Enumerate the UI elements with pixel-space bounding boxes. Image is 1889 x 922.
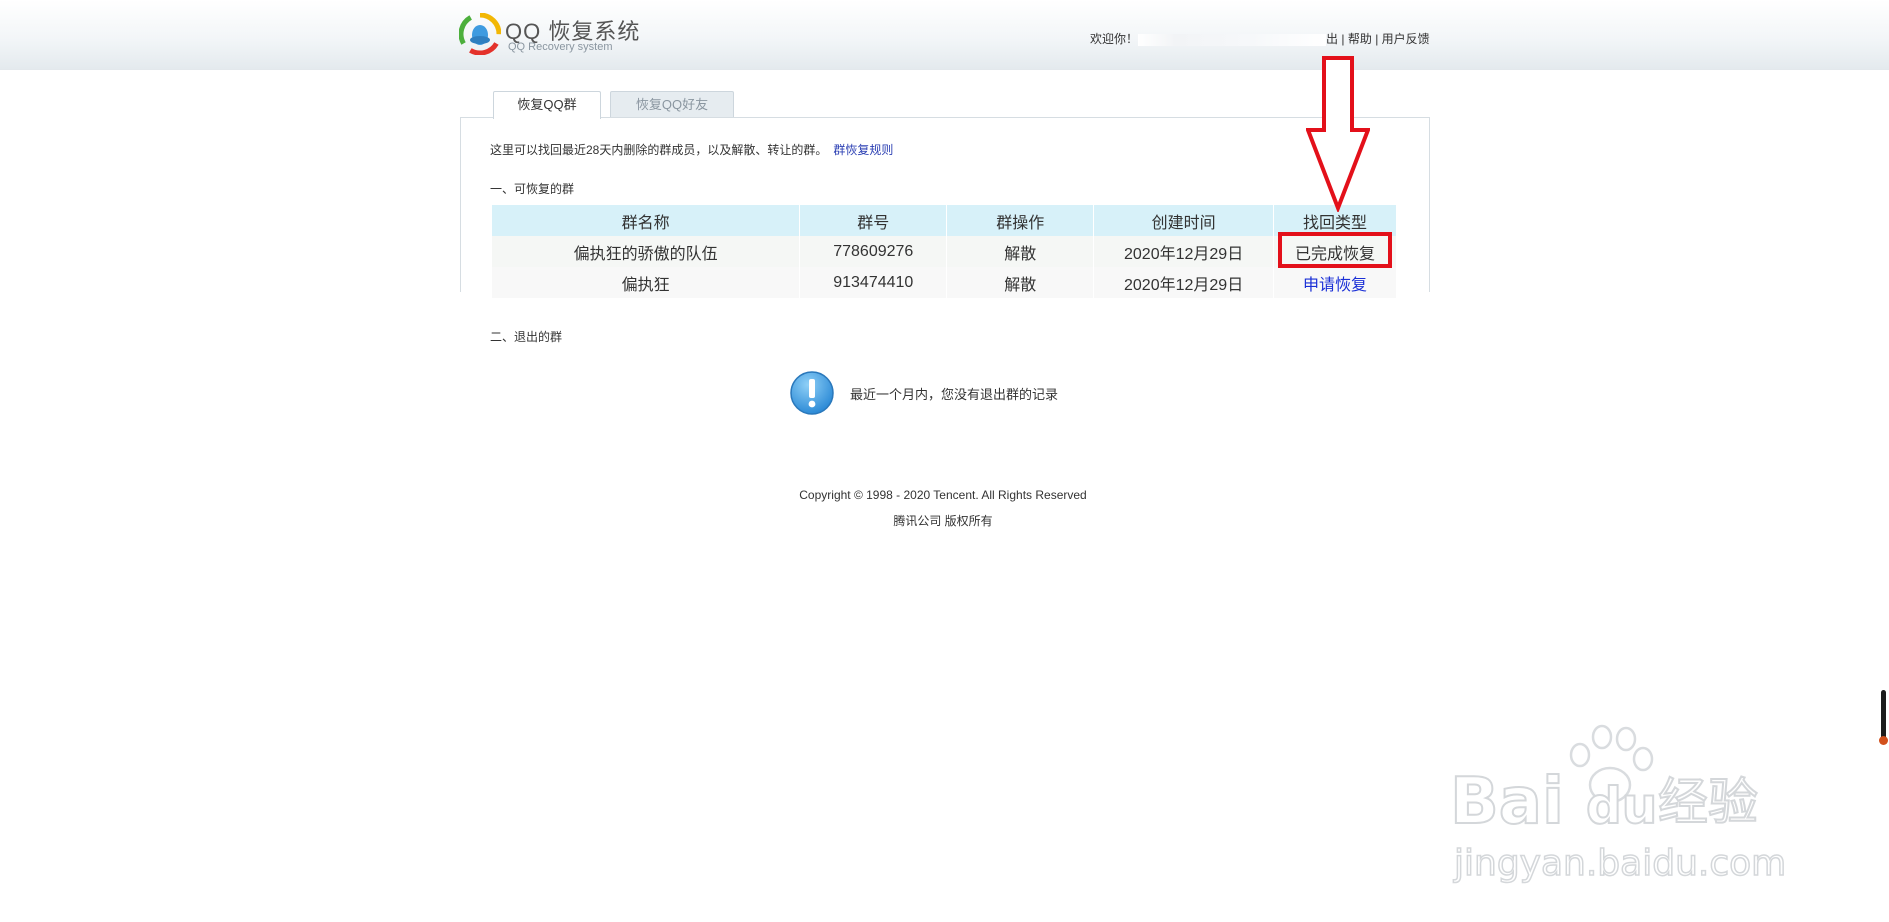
separator: |	[1375, 32, 1379, 46]
section-exited-groups-title: 二、退出的群	[490, 330, 563, 344]
feedback-link[interactable]: 用户反馈	[1382, 32, 1430, 46]
welcome-text: 欢迎你！	[1090, 32, 1139, 46]
column-header-group-name: 群名称	[492, 205, 801, 236]
help-link[interactable]: 帮助	[1348, 32, 1372, 46]
table-row: 偏执狂 913474410 解散 2020年12月29日 申请恢复	[492, 267, 1397, 298]
group-number: 778609276	[799, 236, 948, 267]
column-header-group-number: 群号	[799, 205, 948, 236]
recoverable-groups-table: 群名称 群号 群操作 创建时间 找回类型 偏执狂的骄傲的队伍 778609276…	[492, 205, 1397, 298]
red-down-arrow-icon	[1306, 56, 1370, 212]
company-rights-text: 腾讯公司 版权所有	[893, 514, 993, 528]
scrollbar-indicator	[1879, 736, 1888, 745]
no-exited-groups-message: 最近一个月内，您没有退出群的记录	[850, 387, 1059, 402]
watermark-brand-du: du	[1586, 777, 1657, 835]
separator: |	[1341, 32, 1345, 46]
logo-subtitle: QQ Recovery system	[508, 41, 613, 53]
table-header-row: 群名称 群号 群操作 创建时间 找回类型	[492, 205, 1397, 236]
watermark-jingyan: 经验	[1658, 773, 1758, 831]
group-recovery-rules-link[interactable]: 群恢复规则	[833, 143, 893, 157]
group-operation: 解散	[946, 267, 1095, 298]
copyright-text: Copyright © 1998 - 2020 Tencent. All Rig…	[799, 488, 1087, 502]
group-operation: 解散	[946, 236, 1095, 267]
logout-link[interactable]: 出	[1326, 32, 1338, 46]
tab-recover-qq-group[interactable]: 恢复QQ群	[493, 91, 601, 119]
intro-description: 这里可以找回最近28天内删除的群成员，以及解散、转让的群。	[490, 143, 828, 157]
group-name: 偏执狂	[492, 267, 801, 298]
section-recoverable-groups-title: 一、可恢复的群	[490, 182, 575, 196]
group-name: 偏执狂的骄傲的队伍	[492, 236, 801, 267]
group-created-date: 2020年12月29日	[1093, 236, 1275, 267]
group-created-date: 2020年12月29日	[1093, 267, 1275, 298]
table-row: 偏执狂的骄傲的队伍 778609276 解散 2020年12月29日 已完成恢复	[492, 236, 1397, 267]
username-redacted	[1138, 33, 1327, 46]
column-header-created-time: 创建时间	[1093, 205, 1275, 236]
exclamation-info-icon	[790, 371, 834, 415]
top-links: 欢迎你！ 出 | 帮助 | 用户反馈	[1090, 30, 1430, 47]
red-highlight-box	[1278, 232, 1392, 268]
watermark-url: jingyan.baidu.com	[1453, 843, 1786, 884]
top-header: QQ 恢复系统 QQ Recovery system 欢迎你！出 | 帮助 | …	[0, 0, 1889, 70]
column-header-group-operation: 群操作	[946, 205, 1095, 236]
group-number: 913474410	[799, 267, 948, 298]
apply-recovery-link[interactable]: 申请恢复	[1273, 267, 1397, 298]
tab-recover-qq-friends[interactable]: 恢复QQ好友	[610, 91, 734, 118]
watermark-brand: Bai	[1450, 765, 1564, 839]
qq-recovery-logo-icon	[459, 13, 501, 55]
intro-text: 这里可以找回最近28天内删除的群成员，以及解散、转让的群。 群恢复规则	[490, 141, 893, 158]
baidu-jingyan-watermark: Bai du 经验 jingyan.baidu.com	[1449, 724, 1787, 885]
